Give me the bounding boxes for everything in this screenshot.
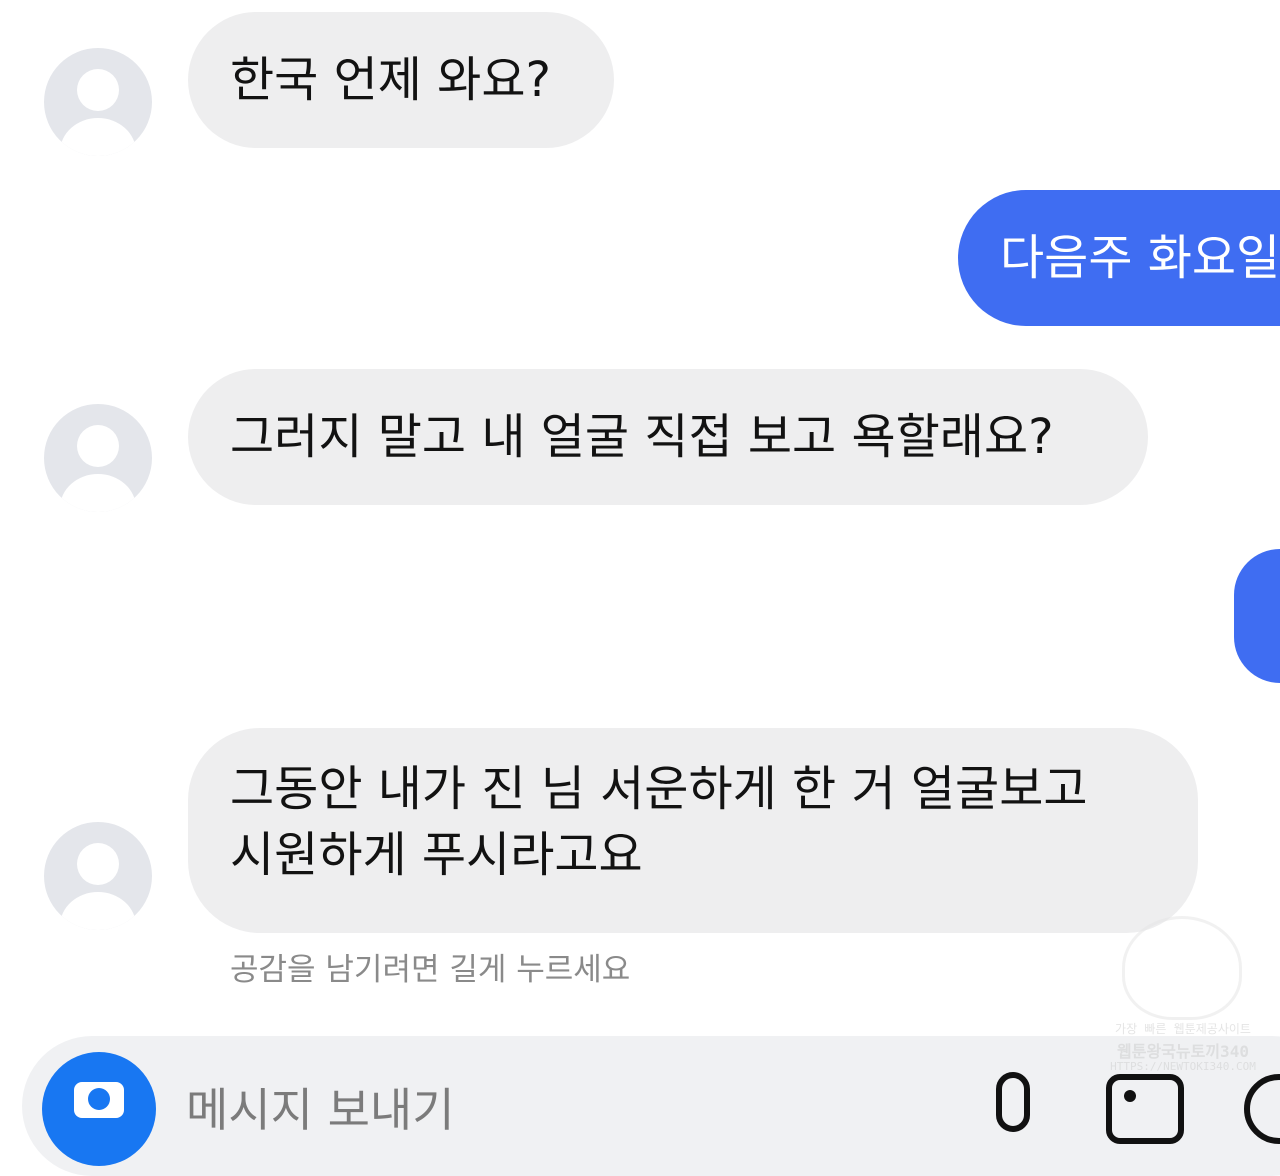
image-icon[interactable]	[1106, 1074, 1184, 1144]
message-bubble-incoming[interactable]: 한국 언제 와요?	[188, 12, 614, 148]
microphone-icon[interactable]	[996, 1072, 1030, 1132]
message-text: 다음주 화요일	[1000, 230, 1280, 286]
sender-avatar[interactable]	[44, 404, 152, 512]
watermark-line: 가장 빠른 웹툰제공사이트	[1115, 1022, 1251, 1036]
message-bubble-incoming[interactable]: 그러지 말고 내 얼굴 직접 보고 욕할래요?	[188, 369, 1148, 505]
sender-avatar[interactable]	[44, 48, 152, 156]
watermark-line: 웹툰왕국뉴토끼340	[1117, 1042, 1249, 1061]
camera-button[interactable]	[42, 1052, 156, 1166]
message-input[interactable]: 메시지 보내기	[186, 1074, 455, 1140]
message-text-line: 시원하게 푸시라고요	[230, 827, 643, 883]
watermark-line: HTTPS://NEWTOKI340.COM	[1110, 1060, 1256, 1073]
message-bubble-outgoing[interactable]	[1234, 549, 1280, 683]
message-bubble-incoming[interactable]: 그동안 내가 진 님 서운하게 한 거 얼굴보고 시원하게 푸시라고요	[188, 728, 1198, 933]
message-text-line: 그동안 내가 진 님 서운하게 한 거 얼굴보고	[230, 761, 1088, 817]
default-profile-icon	[60, 69, 136, 156]
camera-lens	[88, 1088, 110, 1110]
watermark: 가장 빠른 웹툰제공사이트 웹툰왕국뉴토끼340 HTTPS://NEWTOKI…	[1108, 916, 1258, 1082]
message-text: 한국 언제 와요?	[230, 52, 551, 108]
reaction-hint: 공감을 남기려면 길게 누르세요	[230, 952, 631, 988]
default-profile-icon	[60, 843, 136, 930]
message-bubble-outgoing[interactable]: 다음주 화요일	[958, 190, 1280, 326]
sender-avatar[interactable]	[44, 822, 152, 930]
watermark-mascot-icon	[1122, 916, 1242, 1020]
message-text: 그러지 말고 내 얼굴 직접 보고 욕할래요?	[230, 409, 1054, 465]
default-profile-icon	[60, 425, 136, 512]
